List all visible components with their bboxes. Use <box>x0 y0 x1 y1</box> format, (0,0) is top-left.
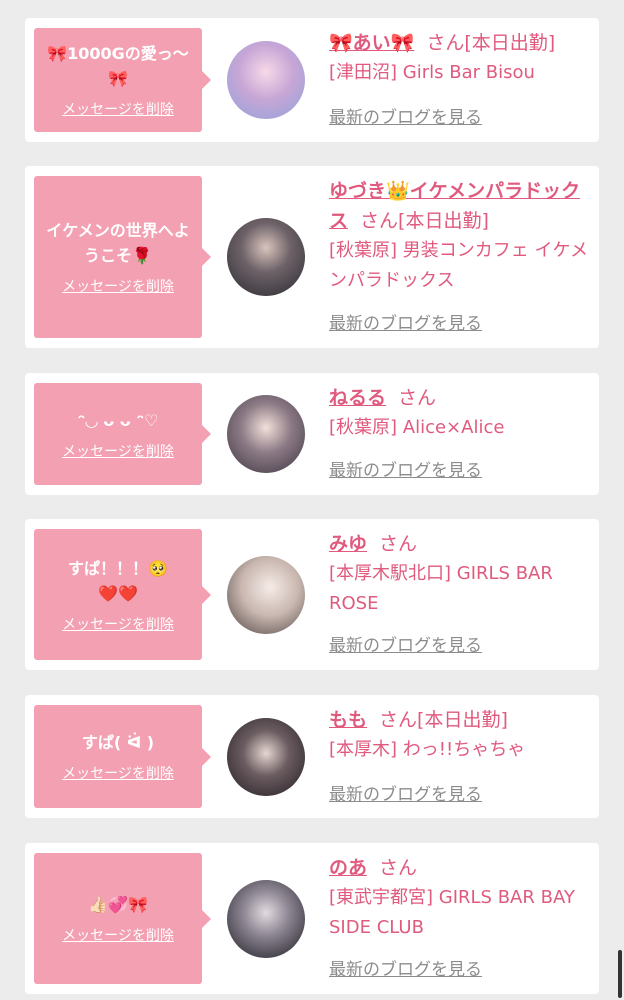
honorific: さん <box>360 210 399 232</box>
honorific: さん <box>379 709 418 731</box>
delete-message-link[interactable]: メッセージを削除 <box>62 614 174 634</box>
message-text: ᵔ◡ ᴗ ᴗ ᵔ♡ <box>77 410 159 430</box>
status-badge: [本日出勤] <box>417 709 508 731</box>
avatar[interactable] <box>227 41 305 119</box>
delete-message-link[interactable]: メッセージを削除 <box>62 276 174 296</box>
avatar[interactable] <box>227 880 305 958</box>
delete-message-link[interactable]: メッセージを削除 <box>62 763 174 783</box>
message-bubble: ᵔ◡ ᴗ ᴗ ᵔ♡ メッセージを削除 <box>34 383 211 485</box>
shop-name: [秋葉原] 男装コンカフェ イケメンパラドックス <box>329 240 588 291</box>
latest-blog-link[interactable]: 最新のブログを見る <box>329 958 482 982</box>
cast-name-link[interactable]: もも <box>329 709 367 731</box>
message-bubble: すぱ！！！🥺❤️❤️ メッセージを削除 <box>34 529 211 660</box>
delete-message-link[interactable]: メッセージを削除 <box>62 99 174 119</box>
shop-name: [本厚木] わっ!!ちゃちゃ <box>329 739 526 760</box>
shop-name: [秋葉原] Alice×Alice <box>329 417 505 438</box>
cast-name-link[interactable]: ねるる <box>329 387 386 409</box>
cast-name-link[interactable]: のあ <box>329 857 367 879</box>
message-card: すぱ！！！🥺❤️❤️ メッセージを削除 みゆ さん [本厚木駅北口] GIRLS … <box>25 519 599 670</box>
delete-message-link[interactable]: メッセージを削除 <box>62 925 174 945</box>
status-badge: [本日出勤] <box>398 210 489 232</box>
message-card: すぱ( ᐛ ) メッセージを削除 もも さん[本日出勤] [本厚木] わっ!!ちゃ… <box>25 695 599 818</box>
honorific: さん <box>379 533 418 555</box>
shop-name: [東武宇都宮] GIRLS BAR BAY SIDE CLUB <box>329 887 575 938</box>
message-card: イケメンの世界へようこそ🌹 メッセージを削除 ゆづき👑イケメンパラドックス さん[… <box>25 166 599 348</box>
latest-blog-link[interactable]: 最新のブログを見る <box>329 106 482 130</box>
cast-name-link[interactable]: 🎀あい🎀 <box>329 32 414 54</box>
honorific: さん <box>379 857 418 879</box>
avatar[interactable] <box>227 556 305 634</box>
message-card: 🎀1000Gの愛っ〜🎀 メッセージを削除 🎀あい🎀 さん[本日出勤] [津田沼] … <box>25 18 599 142</box>
message-card: ᵔ◡ ᴗ ᴗ ᵔ♡ メッセージを削除 ねるる さん [秋葉原] Alice×Ali… <box>25 373 599 495</box>
message-bubble: 👍🏻💞🎀 メッセージを削除 <box>34 853 211 984</box>
message-text: すぱ( ᐛ ) <box>81 733 155 752</box>
latest-blog-link[interactable]: 最新のブログを見る <box>329 783 482 807</box>
latest-blog-link[interactable]: 最新のブログを見る <box>329 634 482 658</box>
delete-message-link[interactable]: メッセージを削除 <box>62 441 174 461</box>
avatar[interactable] <box>227 395 305 473</box>
status-badge: [本日出勤] <box>464 32 556 54</box>
shop-name: [本厚木駅北口] GIRLS BAR ROSE <box>329 563 553 614</box>
scrollbar[interactable] <box>618 950 622 998</box>
cast-name-link[interactable]: みゆ <box>329 533 367 555</box>
message-card: 👍🏻💞🎀 メッセージを削除 のあ さん [東武宇都宮] GIRLS BAR BAY… <box>25 843 599 994</box>
honorific: さん <box>398 387 437 409</box>
message-text: すぱ！！！🥺❤️❤️ <box>68 558 168 603</box>
avatar[interactable] <box>227 218 305 296</box>
message-text: 🎀1000Gの愛っ〜🎀 <box>47 44 189 88</box>
message-text: イケメンの世界へようこそ🌹 <box>46 221 190 265</box>
message-bubble: イケメンの世界へようこそ🌹 メッセージを削除 <box>34 176 211 338</box>
message-text: 👍🏻💞🎀 <box>88 895 148 914</box>
latest-blog-link[interactable]: 最新のブログを見る <box>329 459 482 483</box>
latest-blog-link[interactable]: 最新のブログを見る <box>329 312 482 336</box>
message-bubble: すぱ( ᐛ ) メッセージを削除 <box>34 705 211 808</box>
honorific: さん <box>426 32 465 54</box>
avatar[interactable] <box>227 718 305 796</box>
shop-name: [津田沼] Girls Bar Bisou <box>329 62 535 83</box>
message-bubble: 🎀1000Gの愛っ〜🎀 メッセージを削除 <box>34 28 211 132</box>
